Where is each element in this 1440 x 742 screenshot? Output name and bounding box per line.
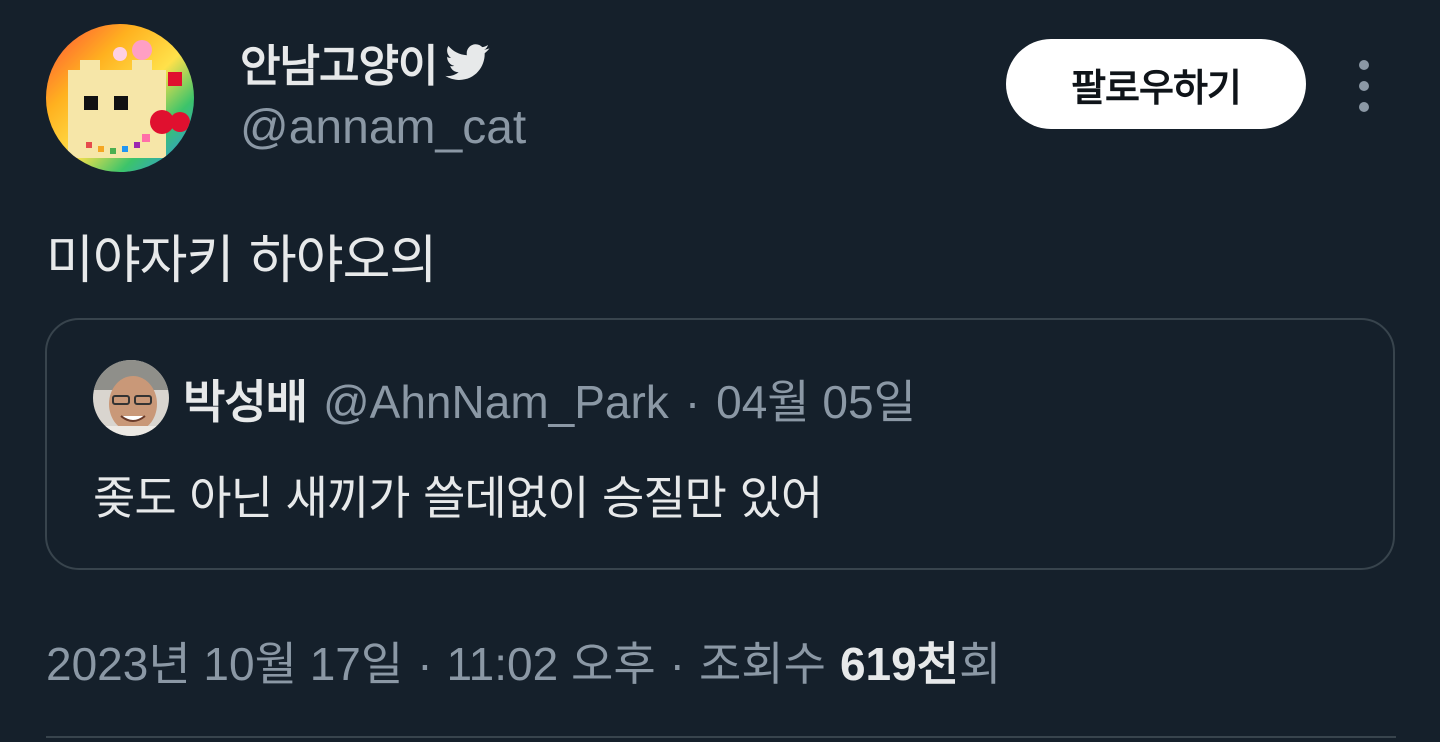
- quoted-tweet-text: 좆도 아닌 새끼가 쓸데없이 승질만 있어: [93, 471, 823, 525]
- views-suffix: 회: [959, 638, 1002, 690]
- views-label: 조회수: [698, 638, 826, 690]
- tweet-time[interactable]: 11:02 오후: [447, 628, 656, 694]
- author-handle[interactable]: @annam_cat: [240, 100, 526, 155]
- more-dot: [1359, 60, 1369, 70]
- user-photo-avatar-icon: [93, 360, 169, 436]
- author-avatar[interactable]: [46, 24, 194, 172]
- tweet-meta: 2023년 10월 17일 · 11:02 오후 · 조회수 619천 회: [46, 628, 1001, 694]
- quoted-author-avatar[interactable]: [93, 360, 169, 436]
- follow-button[interactable]: 팔로우하기: [1006, 39, 1306, 129]
- separator-dot: ·: [684, 376, 701, 428]
- separator-dot: ·: [669, 638, 685, 690]
- more-vertical-icon[interactable]: [1344, 56, 1384, 116]
- separator-dot: ·: [417, 638, 433, 690]
- quoted-tweet-date[interactable]: 04월 05일: [716, 366, 916, 432]
- tweet-detail: 안남고양이 @annam_cat 팔로우하기 미야자키 하야오의 박성배 @Ah…: [0, 0, 1440, 742]
- author-name-row: 안남고양이: [240, 30, 493, 94]
- quoted-author-name[interactable]: 박성배: [183, 366, 308, 432]
- tweet-date[interactable]: 2023년 10월 17일: [46, 628, 403, 694]
- author-display-name[interactable]: 안남고양이: [240, 30, 438, 94]
- views-count: 619천: [839, 638, 960, 690]
- tweet-text: 미야자키 하야오의: [46, 231, 437, 291]
- twitter-bird-icon: [445, 44, 490, 80]
- quoted-author-handle[interactable]: @AhnNam_Park: [323, 375, 669, 429]
- more-dot: [1359, 102, 1369, 112]
- more-dot: [1359, 81, 1369, 91]
- divider: [46, 736, 1396, 738]
- quoted-tweet-card[interactable]: 박성배 @AhnNam_Park · 04월 05일 좆도 아닌 새끼가 쓸데없…: [45, 318, 1395, 570]
- quoted-tweet-header: 박성배 @AhnNam_Park · 04월 05일: [183, 366, 916, 432]
- pixel-art-cat-avatar-icon: [46, 24, 194, 172]
